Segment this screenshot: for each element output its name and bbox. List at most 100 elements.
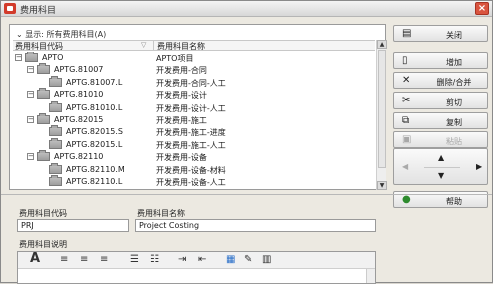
delete-x-icon: ✕ bbox=[402, 75, 411, 86]
paste-icon: ▣ bbox=[402, 134, 412, 145]
arrow-up-icon[interactable]: ▲ bbox=[438, 153, 444, 162]
new-document-icon: ▯ bbox=[402, 55, 408, 66]
close-button[interactable]: ▤ 关闭 bbox=[393, 25, 488, 42]
column-header-code[interactable]: 费用科目代码 bbox=[15, 41, 63, 52]
delete-merge-button[interactable]: ✕ 删除/合并 bbox=[393, 72, 488, 89]
sort-arrow-icon: ▽ bbox=[141, 41, 147, 49]
font-icon[interactable]: A bbox=[30, 252, 40, 265]
numbered-list-icon[interactable]: ☷ bbox=[150, 254, 159, 266]
code-label: 费用科目代码 bbox=[19, 209, 67, 218]
tree-row[interactable]: − APTG.81007 开发费用-合同 bbox=[13, 63, 375, 75]
row-code: APTG.82110.M bbox=[66, 164, 125, 174]
row-name: APTO项目 bbox=[156, 54, 194, 63]
outdent-icon[interactable]: ⇤ bbox=[198, 254, 206, 266]
folder-icon bbox=[37, 150, 50, 162]
folder-icon bbox=[49, 75, 62, 87]
description-editor[interactable]: A ≡ ≡ ≡ ☰ ☷ ⇥ ⇤ ▦ ✎ ▥ bbox=[17, 251, 376, 284]
cost-account-list: ⌄ 显示: 所有费用科目(A) 费用科目代码 ▽ 费用科目名称 − APTO APT… bbox=[9, 24, 387, 190]
row-name: 开发费用-施工 bbox=[156, 116, 207, 125]
scroll-thumb[interactable] bbox=[378, 50, 386, 168]
list-scrollbar[interactable]: ▲ ▼ bbox=[376, 40, 387, 190]
name-label: 费用科目名称 bbox=[137, 209, 185, 218]
printer-icon: ▤ bbox=[402, 28, 412, 39]
row-name: 开发费用-设计 bbox=[156, 91, 207, 101]
title-bar: 费用科目 × bbox=[1, 1, 492, 17]
bullet-list-icon[interactable]: ☰ bbox=[130, 254, 139, 266]
align-right-icon[interactable]: ≡ bbox=[100, 254, 108, 266]
tree-row[interactable]: APTG.82110.M 开发费用-设备-材料 bbox=[13, 162, 375, 175]
row-code: APTG.82110 bbox=[54, 152, 104, 162]
row-code: APTG.81010 bbox=[54, 90, 104, 100]
row-code: APTO bbox=[42, 53, 64, 62]
tree-row[interactable]: − APTG.81010 开发费用-设计 bbox=[13, 88, 375, 101]
arrow-left-icon[interactable]: ◀ bbox=[402, 162, 408, 171]
arrow-right-icon[interactable]: ▶ bbox=[476, 162, 482, 171]
row-code: APTG.82015.S bbox=[66, 127, 123, 137]
folder-icon bbox=[49, 162, 62, 174]
tree-row[interactable]: − APTG.82015 开发费用-施工 bbox=[13, 113, 375, 125]
move-arrow-pad: ◀ ▲ ▼ ▶ bbox=[393, 148, 488, 185]
folder-icon bbox=[49, 137, 62, 149]
arrow-pad-divider bbox=[424, 167, 460, 168]
section-divider bbox=[1, 194, 492, 195]
row-name: 开发费用-设备-人工 bbox=[156, 178, 226, 187]
row-name: 开发费用-施工-进度 bbox=[156, 128, 226, 138]
row-name: 开发费用-设备 bbox=[156, 153, 207, 163]
tree-row[interactable]: APTG.82015.S 开发费用-施工-进度 bbox=[13, 125, 375, 138]
row-code: APTG.82015 bbox=[54, 115, 104, 124]
cost-account-window: 费用科目 × ⌄ 显示: 所有费用科目(A) 费用科目代码 ▽ 费用科目名称 −… bbox=[0, 0, 493, 284]
collapse-toggle-icon[interactable]: − bbox=[27, 91, 34, 99]
color-icon[interactable]: ▦ bbox=[226, 254, 235, 266]
folder-icon bbox=[25, 52, 38, 62]
row-code: APTG.82110.L bbox=[66, 177, 123, 186]
paste-button[interactable]: ▣ 粘贴 bbox=[393, 131, 488, 148]
folder-icon bbox=[49, 175, 62, 186]
collapse-toggle-icon[interactable]: − bbox=[27, 116, 34, 123]
tree-row[interactable]: APTG.81010.L 开发费用-设计-人工 bbox=[13, 100, 375, 113]
collapse-toggle-icon[interactable]: − bbox=[27, 66, 34, 74]
cut-button[interactable]: ✂ 剪切 bbox=[393, 92, 488, 109]
tree-rows: − APTO APTO项目 − APTG.81007 开发费用-合同 APTG.81007.… bbox=[13, 52, 375, 189]
app-icon bbox=[4, 3, 16, 14]
row-code: APTG.81007.L bbox=[66, 77, 123, 87]
column-headers: 费用科目代码 ▽ 费用科目名称 bbox=[13, 40, 375, 51]
row-name: 开发费用-设计-人工 bbox=[156, 103, 226, 113]
copy-button[interactable]: ⧉ 复制 bbox=[393, 112, 488, 129]
table-icon[interactable]: ▥ bbox=[262, 254, 271, 266]
folder-icon bbox=[37, 113, 50, 124]
collapse-toggle-icon[interactable]: − bbox=[15, 54, 22, 61]
scroll-up-icon[interactable]: ▲ bbox=[377, 40, 387, 49]
editor-scrollbar[interactable] bbox=[366, 269, 375, 283]
tree-row[interactable]: − APTO APTO项目 bbox=[13, 52, 375, 63]
folder-icon bbox=[37, 88, 50, 100]
row-code: APTG.82015.L bbox=[66, 139, 123, 149]
align-left-icon[interactable]: ≡ bbox=[60, 254, 68, 266]
copy-icon: ⧉ bbox=[402, 115, 410, 126]
row-code: APTG.81007 bbox=[54, 65, 104, 75]
column-header-name[interactable]: 费用科目名称 bbox=[153, 41, 205, 51]
add-button[interactable]: ▯ 增加 bbox=[393, 52, 488, 69]
editor-toolbar: A ≡ ≡ ≡ ☰ ☷ ⇥ ⇤ ▦ ✎ ▥ bbox=[18, 252, 375, 269]
align-center-icon[interactable]: ≡ bbox=[80, 254, 88, 266]
brush-icon[interactable]: ✎ bbox=[244, 254, 252, 266]
collapse-toggle-icon[interactable]: − bbox=[27, 153, 34, 161]
help-icon: ● bbox=[402, 194, 411, 205]
arrow-down-icon[interactable]: ▼ bbox=[438, 171, 444, 180]
close-icon[interactable]: × bbox=[475, 2, 489, 15]
tree-row[interactable]: APTG.82015.L 开发费用-施工-人工 bbox=[13, 137, 375, 150]
tree-row[interactable]: APTG.82110.L 开发费用-设备-人工 bbox=[13, 175, 375, 187]
name-field[interactable]: Project Costing bbox=[135, 219, 376, 232]
row-code: APTG.81010.L bbox=[66, 102, 123, 112]
folder-icon bbox=[37, 63, 50, 75]
indent-icon[interactable]: ⇥ bbox=[178, 254, 186, 266]
row-name: 开发费用-合同-人工 bbox=[156, 78, 226, 88]
tree-row[interactable]: APTG.81007.L 开发费用-合同-人工 bbox=[13, 75, 375, 88]
code-field[interactable]: PRJ bbox=[17, 219, 129, 232]
description-label: 费用科目说明 bbox=[19, 240, 67, 249]
folder-icon bbox=[49, 100, 62, 112]
row-name: 开发费用-施工-人工 bbox=[156, 140, 226, 150]
scroll-down-icon[interactable]: ▼ bbox=[377, 181, 387, 190]
show-filter-dropdown[interactable]: ⌄ 显示: 所有费用科目(A) bbox=[16, 29, 106, 40]
tree-row[interactable]: − APTG.82110 开发费用-设备 bbox=[13, 150, 375, 163]
folder-icon bbox=[49, 125, 62, 137]
